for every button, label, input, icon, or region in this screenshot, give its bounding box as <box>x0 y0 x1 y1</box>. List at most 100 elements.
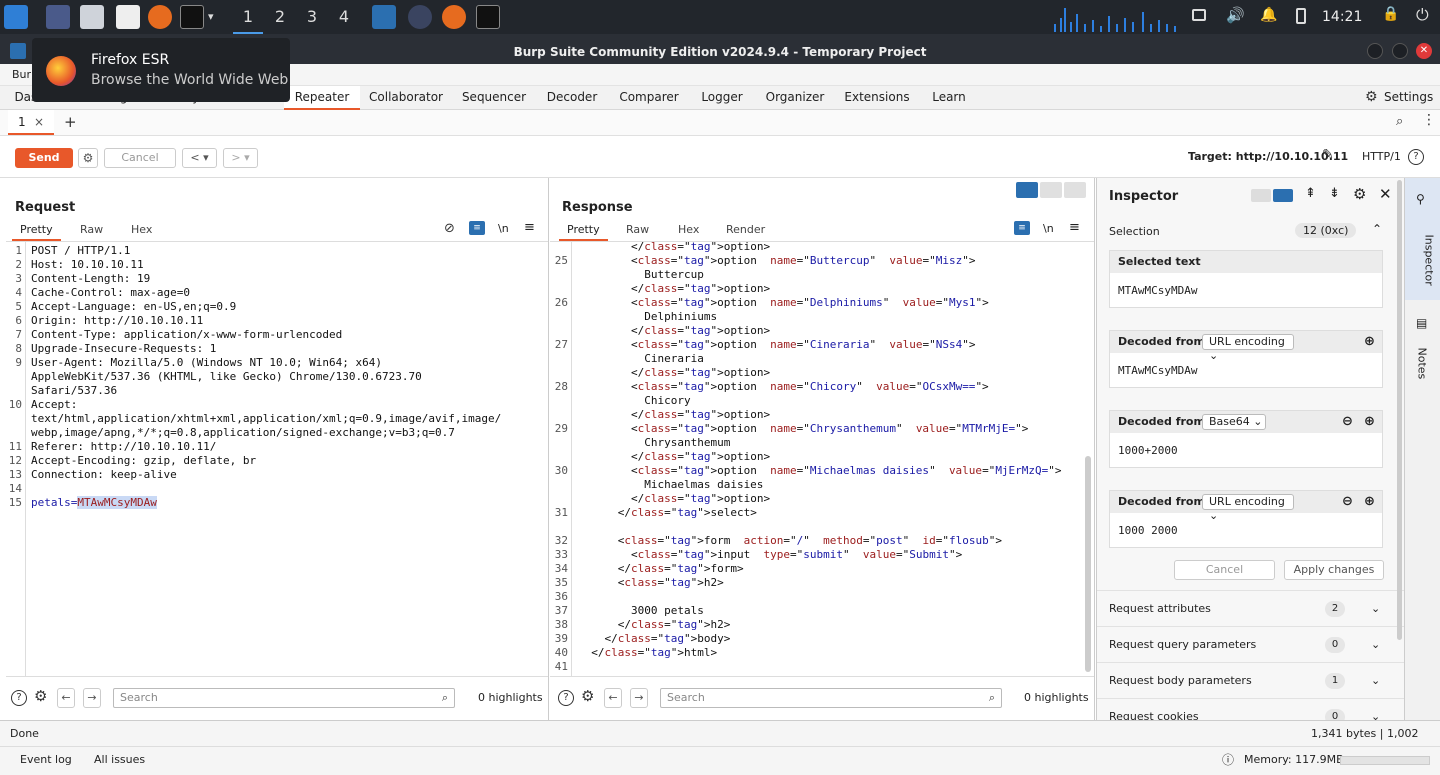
newline-icon[interactable]: \n <box>1043 222 1054 235</box>
desktop-icon[interactable] <box>46 5 70 29</box>
tab-sequencer[interactable]: Sequencer <box>458 86 530 110</box>
decoding-method-select[interactable]: URL encoding ⌄ <box>1202 334 1294 362</box>
vertical-layout-icon[interactable] <box>1040 182 1062 198</box>
forward-button[interactable]: > ▾ <box>223 148 258 168</box>
word-wrap-icon[interactable]: ≡ <box>1014 221 1030 235</box>
close-button[interactable]: ✕ <box>1416 43 1432 59</box>
inspector-settings-icon[interactable]: ⚙ <box>1353 185 1366 203</box>
newline-icon[interactable]: \n <box>498 222 509 235</box>
tab-collaborator[interactable]: Collaborator <box>366 86 446 110</box>
close-icon[interactable]: ✕ <box>1379 185 1392 203</box>
request-editor[interactable]: POST / HTTP/1.1 Host: 10.10.10.11 Content-… <box>31 244 501 510</box>
maximize-button[interactable] <box>1392 43 1408 59</box>
collapse-all-icon[interactable]: ⇟ <box>1329 186 1340 201</box>
next-match-button[interactable]: → <box>630 688 648 708</box>
request-attributes-section[interactable]: Request attributes 2 ⌄ <box>1097 590 1404 626</box>
close-tab-icon[interactable]: × <box>34 115 44 129</box>
tab-decoder[interactable]: Decoder <box>542 86 602 110</box>
notification-bell-icon[interactable]: 🔔 <box>1260 7 1277 23</box>
firefox-icon[interactable] <box>148 5 172 29</box>
request-body-parameters-section[interactable]: Request body parameters 1 ⌄ <box>1097 662 1404 698</box>
help-icon[interactable]: ? <box>11 690 27 706</box>
menu-icon[interactable]: ≡ <box>1069 220 1080 235</box>
response-tab-pretty[interactable]: Pretty <box>559 223 608 241</box>
search-settings-icon[interactable]: ⚙ <box>34 687 47 705</box>
battery-icon[interactable] <box>1296 8 1306 24</box>
help-icon[interactable]: ? <box>558 690 574 706</box>
terminal-icon[interactable] <box>180 5 204 29</box>
file-manager-icon[interactable] <box>80 5 104 29</box>
edit-target-icon[interactable]: ✎ <box>1322 147 1334 163</box>
workspace-3[interactable]: 3 <box>297 0 327 34</box>
request-tab-hex[interactable]: Hex <box>131 223 152 236</box>
hide-nonprintable-icon[interactable]: ⊘ <box>444 221 455 236</box>
request-cookies-section[interactable]: Request cookies 0 ⌄ <box>1097 698 1404 720</box>
tab-repeater[interactable]: Repeater <box>284 86 360 110</box>
next-match-button[interactable]: → <box>83 688 101 708</box>
kali-menu-icon[interactable] <box>4 5 28 29</box>
inspector-scrollbar[interactable] <box>1397 180 1402 640</box>
response-editor[interactable]: </class="tag">option> <class="tag">optio… <box>578 240 1061 674</box>
send-settings-icon[interactable]: ⚙ <box>78 148 98 168</box>
tab-comparer[interactable]: Comparer <box>616 86 682 110</box>
cancel-button[interactable]: Cancel <box>104 148 176 168</box>
text-editor-icon[interactable] <box>116 5 140 29</box>
workspace-2[interactable]: 2 <box>265 0 295 34</box>
tabs-layout-icon[interactable] <box>1064 182 1086 198</box>
remove-decoding-icon[interactable]: ⊖ <box>1342 491 1353 513</box>
add-decoding-icon[interactable]: ⊕ <box>1364 411 1375 433</box>
side-by-side-icon[interactable] <box>1016 182 1038 198</box>
firefox-taskbar-icon[interactable] <box>442 5 466 29</box>
response-search-input[interactable]: Search ⌕ <box>660 688 1002 708</box>
add-tab-button[interactable]: + <box>64 113 77 131</box>
decoded-value[interactable]: 1000+2000 <box>1118 444 1178 457</box>
selected-text-value[interactable]: MTAwMCsyMDAw <box>1118 284 1197 297</box>
request-query-parameters-section[interactable]: Request query parameters 0 ⌄ <box>1097 626 1404 662</box>
request-search-input[interactable]: Search ⌕ <box>113 688 455 708</box>
search-icon[interactable]: ⌕ <box>1396 114 1403 129</box>
inspector-cancel-button[interactable]: Cancel <box>1174 560 1275 580</box>
minimize-button[interactable] <box>1367 43 1383 59</box>
tab-learn[interactable]: Learn <box>926 86 972 110</box>
display-icon[interactable] <box>1192 9 1206 21</box>
add-decoding-icon[interactable]: ⊕ <box>1364 331 1375 353</box>
expand-all-icon[interactable]: ⇞ <box>1305 186 1316 201</box>
tab-organizer[interactable]: Organizer <box>762 86 828 110</box>
side-tab-inspector[interactable]: ⚲ Inspector <box>1405 178 1440 300</box>
apply-changes-button[interactable]: Apply changes <box>1284 560 1384 580</box>
inspector-layout-icon[interactable] <box>1251 189 1271 202</box>
tab-logger[interactable]: Logger <box>696 86 748 110</box>
decoding-method-select[interactable]: URL encoding ⌄ <box>1202 494 1294 522</box>
app-taskbar-icon[interactable] <box>408 5 432 29</box>
decoding-method-select[interactable]: Base64 ⌄ <box>1202 414 1266 430</box>
response-scrollbar[interactable] <box>1085 456 1091 672</box>
request-tab-pretty[interactable]: Pretty <box>12 223 61 241</box>
all-issues-button[interactable]: All issues <box>94 747 145 773</box>
workspace-4[interactable]: 4 <box>329 0 359 34</box>
settings-gear-icon[interactable]: ⚙ <box>1365 89 1378 105</box>
terminal-taskbar-icon[interactable] <box>476 5 500 29</box>
request-tab-raw[interactable]: Raw <box>80 223 103 236</box>
volume-icon[interactable]: 🔊 <box>1226 6 1245 24</box>
decoded-value[interactable]: 1000 2000 <box>1118 524 1178 537</box>
previous-match-button[interactable]: ← <box>604 688 622 708</box>
event-log-button[interactable]: Event log <box>20 747 72 773</box>
add-decoding-icon[interactable]: ⊕ <box>1364 491 1375 513</box>
menu-icon[interactable]: ≡ <box>524 220 535 235</box>
decoded-value[interactable]: MTAwMCsyMDAw <box>1118 364 1197 377</box>
previous-match-button[interactable]: ← <box>57 688 75 708</box>
side-tab-notes[interactable]: ▤ Notes <box>1405 308 1440 408</box>
help-icon[interactable]: ? <box>1408 149 1424 165</box>
inspector-layout-active-icon[interactable] <box>1273 189 1293 202</box>
search-settings-icon[interactable]: ⚙ <box>581 687 594 705</box>
logout-icon[interactable]: ⏻ <box>1416 5 1429 25</box>
burp-taskbar-icon[interactable] <box>372 5 396 29</box>
settings-button[interactable]: Settings <box>1384 90 1433 104</box>
remove-decoding-icon[interactable]: ⊖ <box>1342 411 1353 433</box>
lock-icon[interactable]: 🔒 <box>1382 6 1399 22</box>
response-tab-render[interactable]: Render <box>726 223 765 236</box>
response-tab-hex[interactable]: Hex <box>678 223 699 236</box>
chevron-down-icon[interactable]: ▾ <box>208 10 214 23</box>
http-version-label[interactable]: HTTP/1 <box>1362 150 1401 163</box>
tab-extensions[interactable]: Extensions <box>842 86 912 110</box>
